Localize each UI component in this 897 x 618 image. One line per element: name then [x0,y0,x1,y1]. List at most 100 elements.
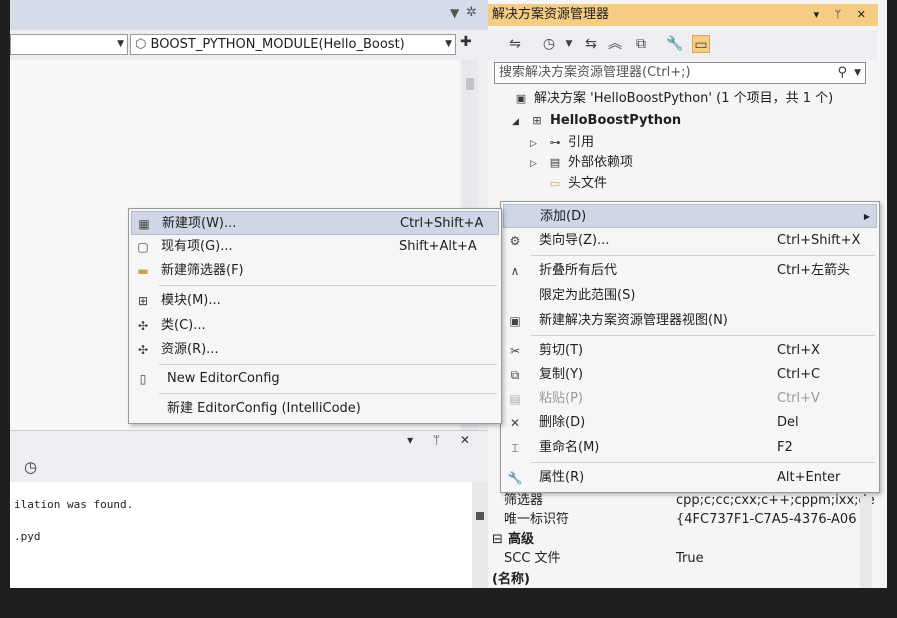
menu-item-label: 重命名(M) [539,440,600,455]
preview-icon[interactable]: ▭ [692,35,710,53]
menu-item-label: 类(C)... [161,318,206,333]
menu-item-scope-to-this[interactable]: 限定为此范围(S) [503,284,877,308]
member-combo[interactable]: ⬡ BOOST_PYTHON_MODULE(Hello_Boost) ▼ [130,34,456,55]
properties-scrollbar[interactable] [860,496,872,588]
collapse-icon[interactable]: ⊟ [492,531,503,549]
copy-icon[interactable]: ⧉ [632,35,650,53]
scissors-icon: ✂ [509,344,521,358]
history-icon[interactable]: ◷ [540,35,558,53]
member-combo-value: BOOST_PYTHON_MODULE(Hello_Boost) [150,37,405,52]
pin-icon[interactable]: ▼ [450,6,459,20]
add-submenu: ▦ 新建项(W)... Ctrl+Shift+A ▢ 现有项(G)... Shi… [128,208,502,424]
menu-item-label: 新建筛选器(F) [161,263,244,278]
menu-item-new-editorconfig-intellicode[interactable]: 新建 EditorConfig (IntelliCode) [131,397,499,421]
tree-item-solution[interactable]: ▣ 解决方案 'HelloBoostPython' (1 个项目，共 1 个) [514,89,833,109]
panel-window-buttons[interactable]: ▾ ᛘ ✕ [407,433,478,447]
property-value[interactable]: cpp;c;cc;cxx;c++;cppm;ixx;de [676,492,875,510]
menu-item-shortcut: Alt+Enter [777,470,841,485]
menu-item-module[interactable]: ⊞ 模块(M)... [131,289,499,313]
wrench-icon[interactable]: 🔧 [666,35,684,53]
tree-item-header-files[interactable]: ▭ 头文件 [548,174,607,194]
vs-window: ▼ ✲ ▼ ⬡ BOOST_PYTHON_MODULE(Hello_Boost)… [10,0,887,588]
menu-item-label: 模块(M)... [161,293,221,308]
sync-icon[interactable]: ⇆ [582,35,600,53]
panel-title: 解决方案资源管理器 [492,7,610,22]
split-add-icon[interactable]: ✚ [460,34,472,50]
menu-item-class-wizard[interactable]: ⚙ 类向导(Z)... Ctrl+Shift+X [503,229,877,253]
property-name: 筛选器 [504,493,544,508]
menu-separator [159,364,497,365]
menu-item-label: 类向导(Z)... [539,233,610,248]
chevron-down-icon[interactable]: ▼ [854,63,861,83]
switch-views-icon[interactable]: ⇋ [506,35,524,53]
menu-item-shortcut: Ctrl+X [777,343,820,358]
menu-item-cut[interactable]: ✂ 剪切(T) Ctrl+X [503,339,877,363]
cube-icon: ⬡ [135,37,147,52]
menu-item-label: 添加(D) [540,209,587,224]
output-line: ilation was found. [14,498,134,511]
menu-item-label: 现有项(G)... [161,239,233,254]
menu-item-shortcut: Ctrl+左箭头 [777,263,851,278]
menu-separator [531,335,875,336]
output-panel-header: ▾ ᛘ ✕ [10,430,488,452]
file-icon: ▯ [139,372,147,386]
module-icon: ⊞ [137,294,149,308]
search-icon[interactable]: ⚲ [837,63,847,83]
copy-icon: ⧉ [510,368,520,382]
menu-item-label: 粘贴(P) [539,391,583,406]
menu-item-new-view[interactable]: ▣ 新建解决方案资源管理器视图(N) [503,309,877,333]
solution-explorer-search[interactable]: 搜索解决方案资源管理器(Ctrl+;) ⚲ ▼ [494,62,866,84]
property-value[interactable]: {4FC737F1-C7A5-4376-A06 [676,511,856,529]
chevron-down-icon: ▼ [445,39,452,49]
gear-icon[interactable]: ✲ [466,5,477,20]
folder-icon: ▭ [549,177,561,190]
menu-item-class[interactable]: ✣ 类(C)... [131,314,499,338]
property-value[interactable]: True [676,550,704,568]
tree-item-label: 解决方案 'HelloBoostPython' (1 个项目，共 1 个) [534,91,834,106]
project-icon: ⊞ [532,114,542,127]
scope-combo[interactable]: ▼ [10,34,128,55]
tree-item-references[interactable]: ▷ ⊶ 引用 [530,133,594,153]
class-icon: ✣ [137,319,149,333]
menu-separator [159,393,497,394]
menu-item-add[interactable]: 添加(D) ▶ [503,204,877,228]
menu-item-paste[interactable]: ▤ 粘贴(P) Ctrl+V [503,387,877,411]
output-text: ilation was found. .pyd [10,482,472,588]
delete-icon: ✕ [509,416,521,430]
resource-icon: ✣ [137,343,149,357]
solution-explorer-toolbar: ⇋ ◷ ▼ ⇆ ︽ ⧉ 🔧 ▭ [488,30,878,60]
menu-item-existing-item[interactable]: ▢ 现有项(G)... Shift+Alt+A [131,235,499,259]
menu-item-shortcut: Del [777,415,799,430]
collapse-all-icon[interactable]: ︽ [606,35,624,53]
existing-item-icon: ▢ [137,240,149,254]
scrollbar-thumb[interactable] [476,512,484,520]
chevron-down-icon: ▼ [117,39,124,49]
clock-icon[interactable]: ◷ [24,458,37,476]
menu-item-shortcut: Ctrl+C [777,367,821,382]
scrollbar-thumb[interactable] [466,78,474,90]
menu-item-label: 新建解决方案资源管理器视图(N) [539,313,728,328]
tree-item-project[interactable]: ◢ ⊞ HelloBoostPython [512,111,681,131]
menu-item-collapse-descendants[interactable]: ∧ 折叠所有后代 Ctrl+左箭头 [503,259,877,283]
chevron-down-icon[interactable]: ▼ [560,35,578,53]
menu-separator [531,255,875,256]
expanded-icon[interactable]: ◢ [512,112,522,132]
menu-item-rename[interactable]: ⌶ 重命名(M) F2 [503,436,877,460]
tree-item-external-deps[interactable]: ▷ ▤ 外部依赖项 [530,153,633,173]
output-scrollbar[interactable] [472,482,488,588]
panel-window-buttons[interactable]: ▾ ᛘ ✕ [814,4,872,26]
collapsed-icon[interactable]: ▷ [530,134,540,154]
menu-item-resource[interactable]: ✣ 资源(R)... [131,338,499,362]
context-menu: 添加(D) ▶ ⚙ 类向导(Z)... Ctrl+Shift+X ∧ 折叠所有后… [500,201,880,493]
class-wizard-icon: ⚙ [509,234,521,248]
tree-item-label: 引用 [568,135,595,150]
menu-item-new-filter[interactable]: ▬ 新建筛选器(F) [131,259,499,283]
menu-item-new-editorconfig[interactable]: ▯ New EditorConfig [131,367,499,391]
menu-item-delete[interactable]: ✕ 删除(D) Del [503,411,877,435]
collapsed-icon[interactable]: ▷ [530,154,540,174]
menu-separator [531,462,875,463]
menu-item-label: 删除(D) [539,415,586,430]
menu-item-copy[interactable]: ⧉ 复制(Y) Ctrl+C [503,363,877,387]
menu-item-new-item[interactable]: ▦ 新建项(W)... Ctrl+Shift+A [131,211,499,235]
menu-item-properties[interactable]: 🔧 属性(R) Alt+Enter [503,466,877,490]
